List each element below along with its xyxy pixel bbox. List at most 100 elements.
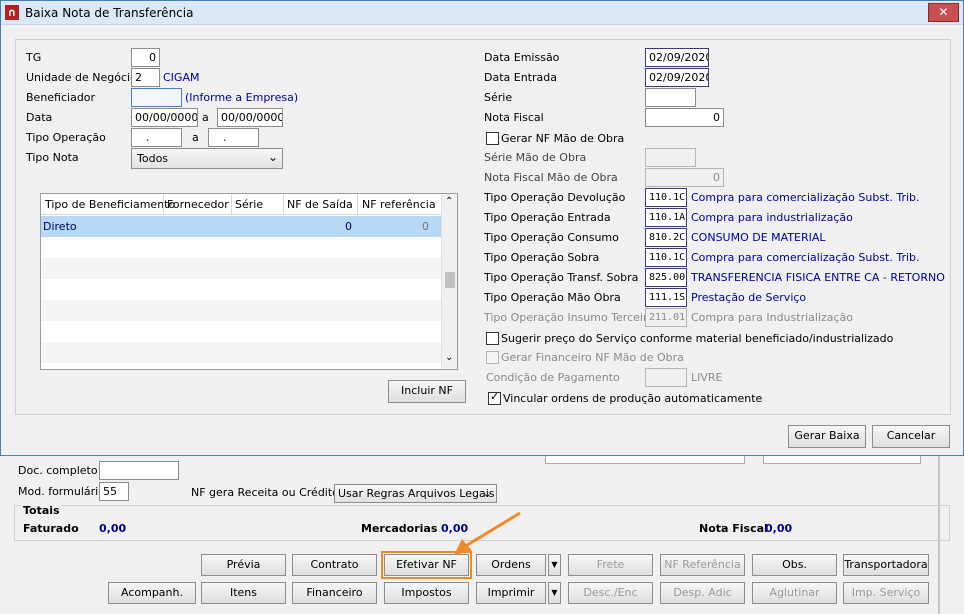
dialog-window: ∩ Baixa Nota de Transferência ✕ TG 0 Uni… — [0, 0, 964, 456]
desc-enc-button[interactable]: Desc./Enc — [568, 582, 653, 604]
op-insumo-desc: Compra para Industrialização — [691, 311, 854, 324]
table-row[interactable]: Direto 0 0 — [41, 216, 441, 237]
totais-label: Totais — [21, 504, 62, 517]
gerar-baixa-button[interactable]: Gerar Baixa — [788, 425, 866, 448]
data-from-field[interactable]: 00/00/0000 — [131, 108, 198, 127]
tipo-operacao-to-field[interactable]: . — [208, 128, 259, 147]
desp-adic-button[interactable]: Desp. Adic — [660, 582, 745, 604]
checkmark-icon: ✓ — [490, 390, 500, 403]
data-emissao-label: Data Emissão — [484, 51, 560, 64]
acompanh-button[interactable]: Acompanh. — [108, 582, 196, 604]
scroll-up-icon[interactable]: ⌃ — [445, 196, 453, 207]
gerar-financeiro-checkbox[interactable] — [486, 351, 499, 364]
op-mao-obra-label: Tipo Operação Mão Obra — [484, 291, 621, 304]
incluir-nf-button[interactable]: Incluir NF — [388, 380, 466, 403]
gerar-nf-mo-checkbox[interactable] — [486, 132, 499, 145]
row-nf-saida: 0 — [345, 220, 352, 233]
nota-fiscal-field[interactable]: 0 — [645, 108, 724, 127]
col-nfsaida-header[interactable]: NF de Saída — [287, 198, 353, 211]
close-button[interactable]: ✕ — [928, 3, 959, 22]
imp-servico-button[interactable]: Imp. Serviço — [843, 582, 929, 604]
beneficiamento-grid[interactable]: Tipo de Beneficiamento Fornecedor Série … — [40, 193, 458, 370]
beneficiador-field[interactable] — [131, 88, 182, 107]
vincular-ordens-label: Vincular ordens de produção automaticame… — [503, 392, 763, 405]
imprimir-dropdown-button[interactable]: ▼ — [548, 582, 561, 604]
tipo-operacao-from-field[interactable]: . — [131, 128, 182, 147]
data-entrada-field[interactable]: 02/09/2020 — [645, 68, 709, 87]
grid-stripe — [41, 300, 441, 321]
triangle-down-icon: ▼ — [551, 560, 558, 569]
scroll-thumb[interactable] — [445, 272, 455, 288]
aglutinar-button[interactable]: Aglutinar — [752, 582, 837, 604]
doc-completo-field[interactable] — [99, 461, 179, 480]
scroll-down-icon[interactable]: ⌄ — [445, 352, 453, 363]
tipo-operacao-sep: a — [192, 131, 199, 144]
data-entrada-label: Data Entrada — [484, 71, 557, 84]
row-nf-ref: 0 — [422, 220, 429, 233]
op-mao-obra-desc: Prestação de Serviço — [691, 291, 807, 304]
op-transf-sobra-field[interactable]: 825.00 — [645, 268, 687, 287]
col-divider — [283, 194, 284, 215]
grid-scrollbar[interactable]: ⌃ ⌄ — [441, 194, 457, 369]
ordens-dropdown-button[interactable]: ▼ — [548, 554, 561, 576]
annotation-arrow-icon — [454, 511, 521, 555]
title-bar: ∩ Baixa Nota de Transferência ✕ — [1, 1, 963, 25]
mod-formulario-label: Mod. formulário — [18, 485, 105, 498]
itens-button[interactable]: Itens — [201, 582, 286, 604]
transportadora-button[interactable]: Transportadora — [843, 554, 929, 576]
sugerir-preco-checkbox[interactable] — [486, 332, 499, 345]
op-entrada-field[interactable]: 110.1A — [645, 208, 687, 227]
cond-pagamento-field[interactable] — [645, 368, 687, 387]
op-devolucao-label: Tipo Operação Devolução — [484, 191, 626, 204]
imprimir-button[interactable]: Imprimir — [476, 582, 546, 604]
nf-referencia-button[interactable]: NF Referência — [660, 554, 745, 576]
vincular-ordens-checkbox[interactable]: ✓ — [488, 390, 501, 405]
data-emissao-field[interactable]: 02/09/2020 — [645, 48, 709, 67]
op-sobra-field[interactable]: 110.1C — [645, 248, 687, 267]
faturado-label: Faturado — [23, 522, 79, 535]
previa-button[interactable]: Prévia — [201, 554, 286, 576]
unidade-field[interactable]: 2 — [131, 68, 160, 87]
op-devolucao-field[interactable]: 110.1C — [645, 188, 687, 207]
tipo-nota-label: Tipo Nota — [26, 151, 79, 164]
nf-receita-value: Usar Regras Arquivos Legais — [338, 487, 495, 500]
op-sobra-desc: Compra para comercialização Subst. Trib. — [691, 251, 920, 264]
background-window: Doc. completo Mod. formulário 55 NF gera… — [0, 455, 964, 614]
op-consumo-field[interactable]: 810.2C — [645, 228, 687, 247]
mod-formulario-field[interactable]: 55 — [99, 482, 129, 501]
op-consumo-label: Tipo Operação Consumo — [484, 231, 619, 244]
beneficiador-label: Beneficiador — [26, 91, 96, 104]
tg-field[interactable]: 0 — [131, 48, 160, 67]
mercadorias-label: Mercadorias — [361, 522, 438, 535]
obs-button[interactable]: Obs. — [752, 554, 837, 576]
cancelar-button[interactable]: Cancelar — [872, 425, 950, 448]
serie-field[interactable] — [645, 88, 696, 107]
data-to-field[interactable]: 00/00/0000 — [217, 108, 283, 127]
cond-pagamento-label: Condição de Pagamento — [486, 371, 620, 384]
op-consumo-desc: CONSUMO DE MATERIAL — [691, 231, 826, 244]
impostos-button[interactable]: Impostos — [384, 582, 469, 604]
op-entrada-label: Tipo Operação Entrada — [484, 211, 611, 224]
row-tipo: Direto — [43, 220, 77, 233]
tipo-nota-value: Todos — [137, 152, 169, 165]
grid-stripe — [41, 258, 441, 279]
col-serie-header[interactable]: Série — [235, 198, 263, 211]
nf-mo-field[interactable]: 0 — [645, 168, 724, 187]
close-icon: ✕ — [938, 5, 949, 19]
notafiscal-total-value: 0,00 — [765, 522, 793, 535]
tipo-operacao-label: Tipo Operação — [26, 131, 106, 144]
op-insumo-field[interactable]: 211.01 — [645, 308, 687, 327]
op-insumo-label: Tipo Operação Insumo Terceiro — [484, 311, 654, 324]
nf-mo-label: Nota Fiscal Mão de Obra — [484, 171, 618, 184]
nf-receita-select[interactable]: Usar Regras Arquivos Legais ⌄ — [334, 484, 497, 503]
tipo-nota-select[interactable]: Todos ⌄ — [131, 148, 283, 169]
contrato-button[interactable]: Contrato — [292, 554, 377, 576]
col-tipo-header[interactable]: Tipo de Beneficiamento — [45, 198, 175, 211]
frete-button[interactable]: Frete — [568, 554, 653, 576]
financeiro-button[interactable]: Financeiro — [292, 582, 377, 604]
col-nfref-header[interactable]: NF referência — [362, 198, 436, 211]
bg-top-fields-hint — [545, 455, 745, 464]
col-fornecedor-header[interactable]: Fornecedor — [167, 198, 229, 211]
serie-mo-field[interactable] — [645, 148, 696, 167]
op-mao-obra-field[interactable]: 111.1S — [645, 288, 687, 307]
